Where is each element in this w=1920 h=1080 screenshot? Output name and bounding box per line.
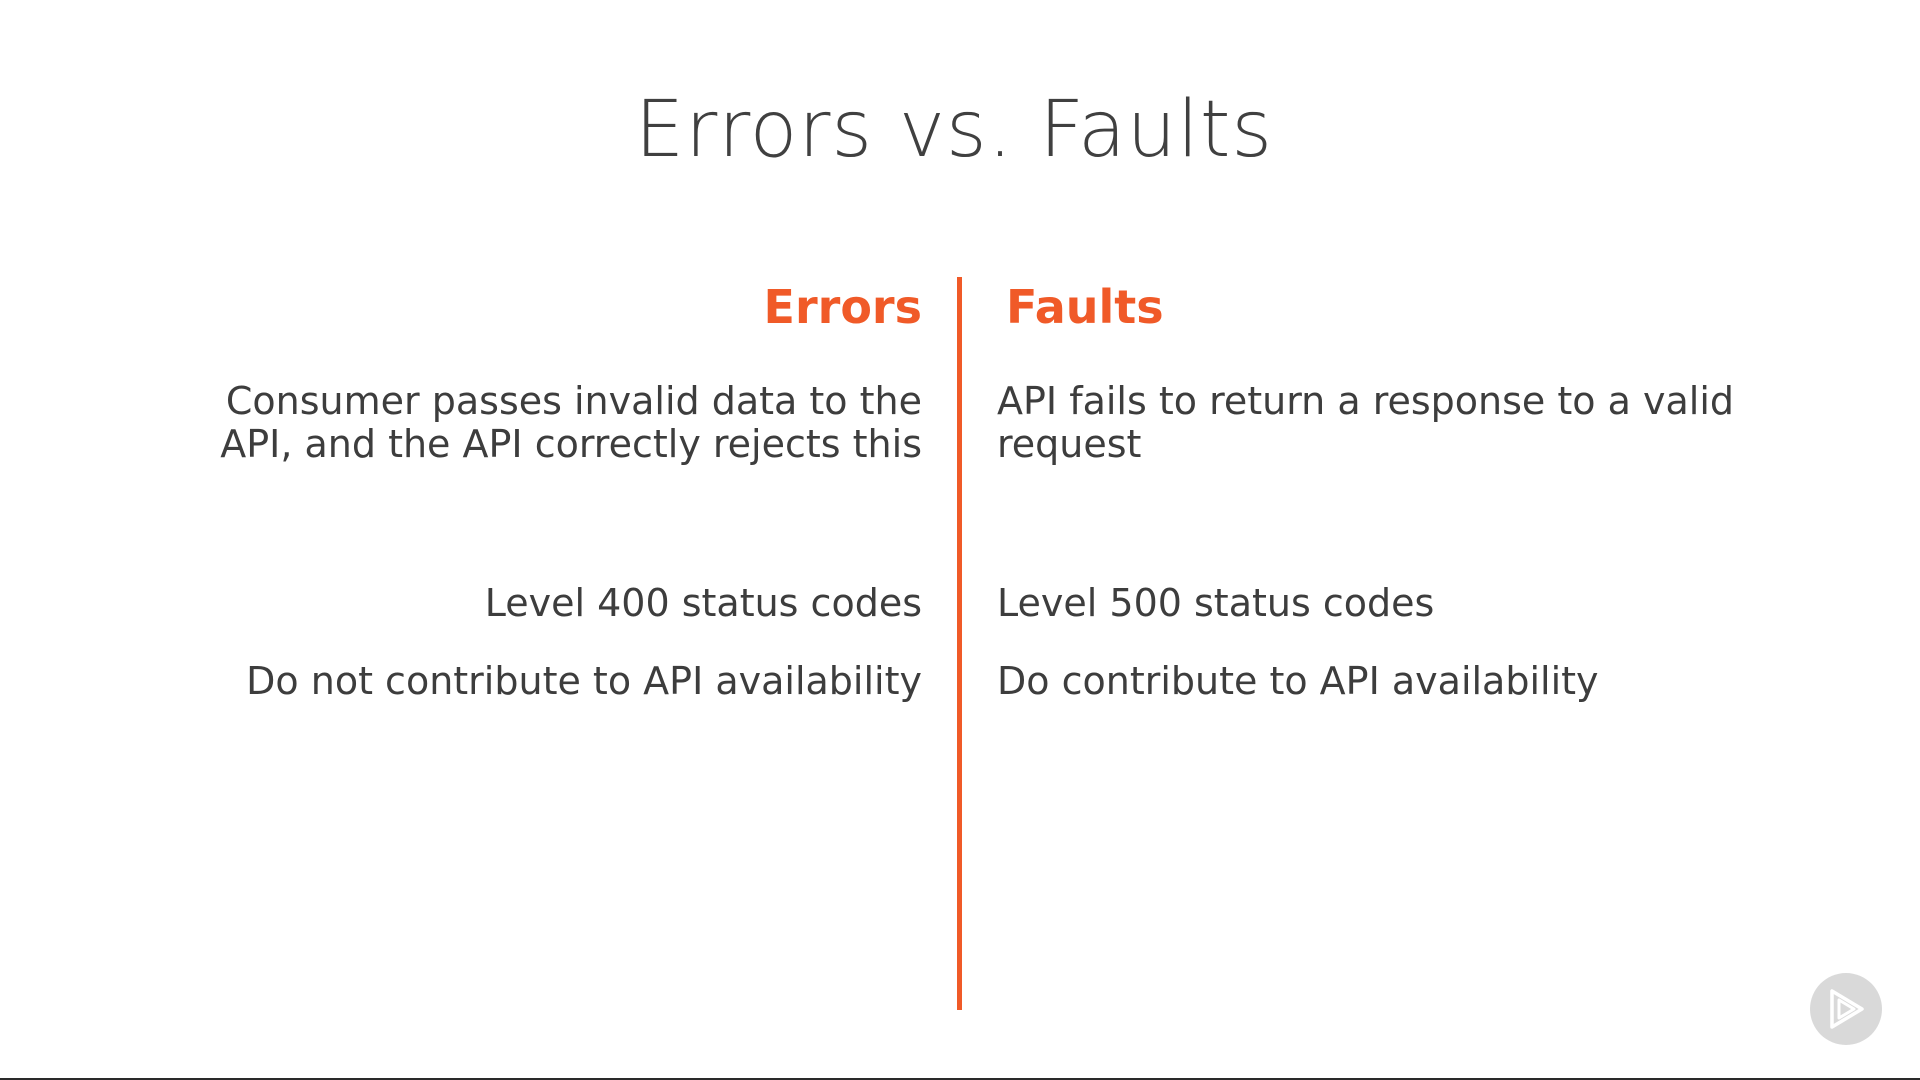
faults-item-status-codes: Level 500 status codes: [997, 581, 1435, 625]
play-logo-icon: [1830, 989, 1864, 1029]
slide-title: Errors vs. Faults: [634, 85, 1274, 175]
slide: Errors vs. Faults Errors Faults Consumer…: [0, 0, 1920, 1080]
errors-item-availability: Do not contribute to API availability: [246, 659, 922, 703]
errors-item-status-codes: Level 400 status codes: [484, 581, 922, 625]
column-divider: [957, 277, 962, 1010]
play-logo-badge: [1810, 973, 1882, 1045]
errors-item-definition: Consumer passes invalid data to the API,…: [220, 379, 922, 466]
errors-heading: Errors: [763, 280, 922, 334]
faults-item-definition: API fails to return a response to a vali…: [997, 379, 1734, 466]
faults-heading: Faults: [1006, 280, 1164, 334]
faults-item-availability: Do contribute to API availability: [997, 659, 1599, 703]
